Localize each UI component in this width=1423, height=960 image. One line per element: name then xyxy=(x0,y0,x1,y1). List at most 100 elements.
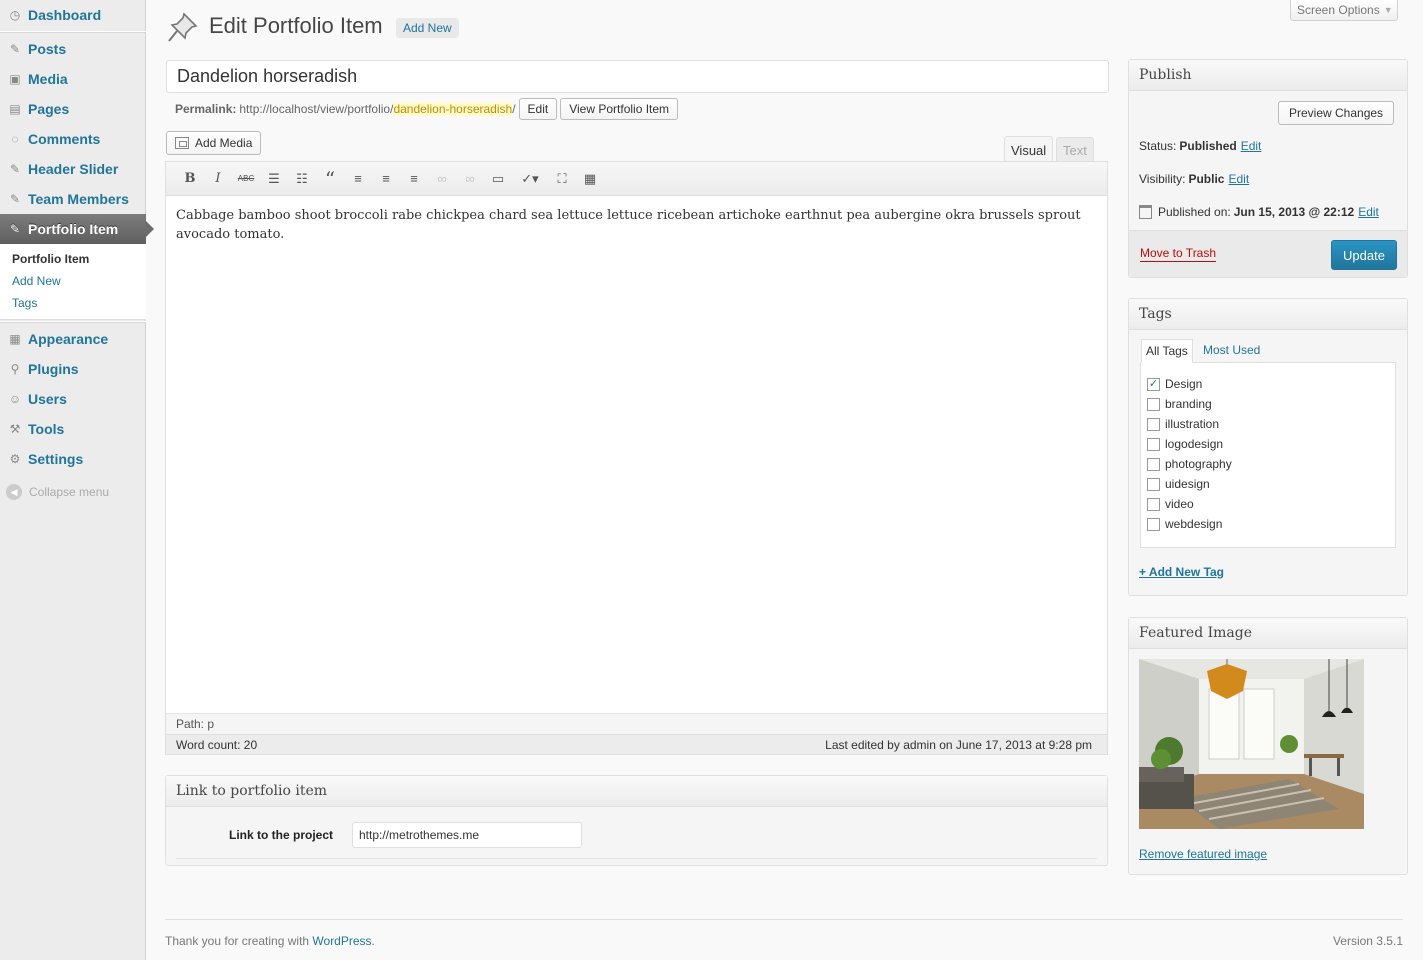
submenu-portfolio-item[interactable]: Portfolio Item xyxy=(12,252,89,266)
menu-label: Team Members xyxy=(28,191,129,207)
tab-most-used[interactable]: Most Used xyxy=(1203,343,1260,357)
page-title: Edit Portfolio Item xyxy=(209,13,383,38)
numbered-list-icon[interactable]: ☷ xyxy=(288,168,316,190)
permalink-slug[interactable]: dandelion-horseradish xyxy=(393,102,513,116)
menu-header-slider[interactable]: ✎ Header Slider xyxy=(0,154,146,184)
screen-options-button[interactable]: Screen Options ▼ xyxy=(1290,0,1398,21)
post-title-input[interactable]: Dandelion horseradish xyxy=(166,60,1109,93)
portfolio-submenu: Portfolio Item Add New Tags xyxy=(0,244,146,320)
view-portfolio-item-button[interactable]: View Portfolio Item xyxy=(560,98,679,120)
checkbox[interactable] xyxy=(1147,417,1160,431)
checkbox[interactable] xyxy=(1147,477,1160,491)
link-icon[interactable]: ∞ xyxy=(428,168,456,190)
add-media-icon xyxy=(175,137,189,149)
align-left-icon[interactable]: ≡ xyxy=(344,168,372,190)
tags-checklist: ✓ Design branding illustration logodesig… xyxy=(1140,362,1396,548)
edit-visibility-link[interactable]: Edit xyxy=(1228,172,1249,186)
menu-media[interactable]: ▣ Media xyxy=(0,64,146,94)
edit-date-link[interactable]: Edit xyxy=(1358,205,1379,219)
menu-settings[interactable]: ⚙ Settings xyxy=(0,444,146,474)
menu-users[interactable]: ☺ Users xyxy=(0,384,146,414)
pushpin-icon xyxy=(166,10,200,44)
tag-item[interactable]: logodesign xyxy=(1147,437,1223,451)
fullscreen-icon[interactable]: ⛶ xyxy=(548,168,576,190)
add-new-button[interactable]: Add New xyxy=(396,18,459,38)
checkbox[interactable]: ✓ xyxy=(1147,377,1160,391)
published-label: Published on: xyxy=(1158,205,1231,219)
menu-label: Settings xyxy=(28,451,84,467)
editor-body-text[interactable]: Cabbage bamboo shoot broccoli rabe chick… xyxy=(176,206,1096,244)
add-media-button[interactable]: Add Media xyxy=(166,131,262,155)
wordpress-link[interactable]: WordPress xyxy=(312,934,371,948)
menu-label: Media xyxy=(28,71,68,87)
footer-credit: Thank you for creating with WordPress. xyxy=(165,934,375,948)
remove-featured-image-link[interactable]: Remove featured image xyxy=(1139,847,1267,861)
menu-pages[interactable]: ▤ Pages xyxy=(0,94,146,124)
submenu-tags[interactable]: Tags xyxy=(12,296,37,310)
edit-status-link[interactable]: Edit xyxy=(1241,139,1262,153)
menu-tools[interactable]: ⚒ Tools xyxy=(0,414,146,444)
move-to-trash-link[interactable]: Move to Trash xyxy=(1140,246,1217,262)
checkbox[interactable] xyxy=(1147,437,1160,451)
tag-item[interactable]: ✓ Design xyxy=(1147,377,1202,391)
checkbox[interactable] xyxy=(1147,517,1160,531)
version-label: Version 3.5.1 xyxy=(1332,934,1403,948)
link-project-input[interactable]: http://metrothemes.me xyxy=(352,822,582,848)
link-to-portfolio-box: Link to portfolio item Link to the proje… xyxy=(165,775,1108,866)
menu-portfolio-item[interactable]: ✎ Portfolio Item xyxy=(0,214,154,244)
status-value: Published xyxy=(1179,139,1237,153)
tag-item[interactable]: webdesign xyxy=(1147,517,1222,531)
tag-item[interactable]: uidesign xyxy=(1147,477,1210,491)
update-button[interactable]: Update xyxy=(1331,240,1397,270)
menu-plugins[interactable]: ⚲ Plugins xyxy=(0,354,146,384)
more-tag-icon[interactable]: ▭ xyxy=(484,168,512,190)
postbox-heading: Publish xyxy=(1129,60,1407,91)
tab-text[interactable]: Text xyxy=(1056,137,1094,162)
pages-icon: ▤ xyxy=(9,102,21,116)
menu-appearance[interactable]: ▦ Appearance xyxy=(0,324,146,354)
featured-image-thumbnail[interactable] xyxy=(1139,659,1364,829)
menu-dashboard[interactable]: ◷ Dashboard xyxy=(0,0,146,30)
publish-actions: Move to Trash Update xyxy=(1129,230,1407,277)
pin-icon: ✎ xyxy=(9,42,21,56)
checkbox[interactable] xyxy=(1147,497,1160,511)
chevron-down-icon: ▼ xyxy=(1383,5,1393,15)
preview-changes-button[interactable]: Preview Changes xyxy=(1278,101,1395,125)
add-new-tag-link[interactable]: + Add New Tag xyxy=(1139,565,1224,579)
tab-all-tags[interactable]: All Tags xyxy=(1141,339,1193,363)
postbox-heading: Link to portfolio item xyxy=(166,776,1107,807)
edit-permalink-button[interactable]: Edit xyxy=(518,98,558,120)
tab-visual[interactable]: Visual xyxy=(1004,136,1054,163)
tools-icon: ⚒ xyxy=(9,422,21,436)
published-value: Jun 15, 2013 @ 22:12 xyxy=(1233,205,1355,219)
permalink-label: Permalink: xyxy=(175,102,237,116)
unlink-icon[interactable]: ∞ xyxy=(456,168,484,190)
tag-item[interactable]: illustration xyxy=(1147,417,1219,431)
italic-button[interactable]: I xyxy=(204,168,232,190)
featured-image-box: Featured Image Remove featured image xyxy=(1128,617,1408,875)
align-right-icon[interactable]: ≡ xyxy=(400,168,428,190)
submenu-add-new[interactable]: Add New xyxy=(12,274,61,288)
tag-item[interactable]: photography xyxy=(1147,457,1232,471)
tag-item[interactable]: branding xyxy=(1147,397,1212,411)
align-center-icon[interactable]: ≡ xyxy=(372,168,400,190)
visibility-line: Visibility: Public Edit xyxy=(1139,172,1249,186)
kitchen-sink-icon[interactable]: ▦ xyxy=(576,168,604,190)
checkbox[interactable] xyxy=(1147,397,1160,411)
tag-item[interactable]: video xyxy=(1147,497,1194,511)
link-project-label: Link to the project xyxy=(229,828,334,842)
menu-posts[interactable]: ✎ Posts xyxy=(0,34,146,64)
menu-label: Posts xyxy=(28,41,67,57)
published-on-line: Published on: Jun 15, 2013 @ 22:12 Edit xyxy=(1139,205,1379,219)
bold-button[interactable]: B xyxy=(176,168,204,190)
settings-icon: ⚙ xyxy=(9,452,21,466)
menu-label: Header Slider xyxy=(28,161,119,177)
blockquote-button[interactable]: “ xyxy=(316,167,344,191)
checkbox[interactable] xyxy=(1147,457,1160,471)
menu-comments[interactable]: ◌ Comments xyxy=(0,124,146,154)
bullet-list-icon[interactable]: ☰ xyxy=(260,168,288,190)
strikethrough-button[interactable]: ABC xyxy=(232,168,260,190)
spellcheck-icon[interactable]: ✓▾ xyxy=(512,168,548,190)
menu-team-members[interactable]: ✎ Team Members xyxy=(0,184,146,214)
collapse-menu-button[interactable]: ◀ Collapse menu xyxy=(6,484,109,500)
